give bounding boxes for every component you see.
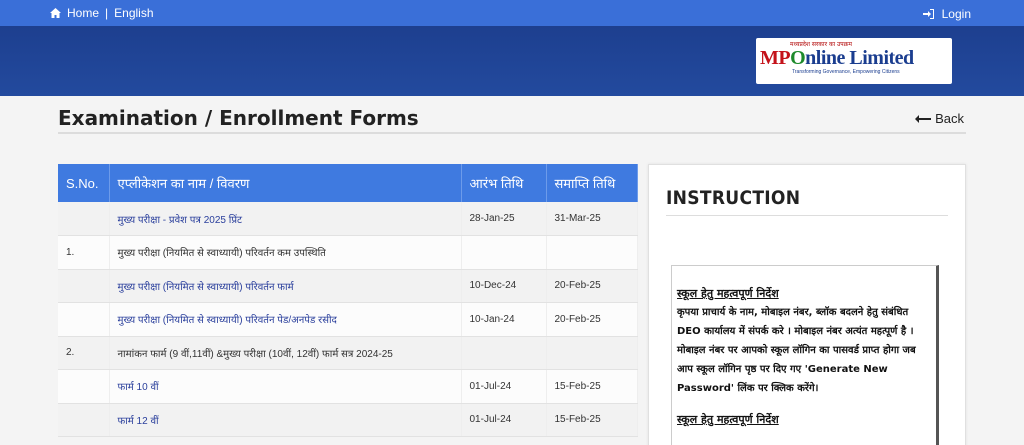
mponline-logo[interactable]: मध्यप्रदेश सरकार का उपक्रम MPOnline Limi… [756, 38, 952, 84]
cell-start-date [461, 235, 547, 270]
forms-table-wrapper: S.No. एप्लीकेशन का नाम / विवरण आरंभ तिथि… [58, 164, 638, 437]
instruction-text: कृपया प्राचार्य के नाम, मोबाइल नंबर, ब्ल… [677, 307, 916, 394]
cell-start-date: 10-Jan-24 [461, 302, 547, 337]
home-link[interactable]: Home [67, 6, 99, 20]
login-icon [922, 9, 934, 19]
table-row: 1. मुख्य परीक्षा (नियमित से स्वाध्यायी) प… [58, 235, 638, 270]
application-group-label: मुख्य परीक्षा (नियमित से स्वाध्यायी) परि… [117, 248, 326, 260]
arrow-left-icon [915, 114, 932, 123]
cell-sno: 1. [58, 235, 110, 270]
application-link[interactable]: फार्म 10 वीं [118, 382, 159, 393]
cell-application-name: मुख्य परीक्षा (नियमित से स्वाध्यायी) परि… [109, 269, 462, 303]
cell-end-date: 15-Feb-25 [546, 403, 638, 437]
login-link[interactable]: Login [942, 7, 971, 21]
application-group-label: नामांकन फार्म (9 वीं,11वीं) &मुख्य परीक्… [117, 348, 393, 360]
cell-start-date: 01-Jul-24 [461, 369, 547, 404]
main-content: Examination / Enrollment Forms Back S.No… [58, 96, 966, 445]
logo-brand: MPOnline Limited [760, 47, 914, 70]
nav-separator: | [105, 6, 109, 20]
cell-sno [58, 302, 110, 337]
login-nav[interactable]: Login [922, 7, 971, 21]
table-body: मुख्य परीक्षा - प्रवेश पत्र 2025 प्रिंट 2… [58, 202, 638, 437]
cell-application-name: नामांकन फार्म (9 वीं,11वीं) &मुख्य परीक्… [109, 336, 462, 370]
cell-application-name: मुख्य परीक्षा (नियमित से स्वाध्यायी) परि… [109, 235, 462, 270]
title-divider [58, 132, 966, 134]
instruction-scroll-box[interactable]: स्कूल हेतु महत्वपूर्ण निर्देश कृपया प्रा… [671, 265, 939, 445]
application-link[interactable]: मुख्य परीक्षा - प्रवेश पत्र 2025 प्रिंट [118, 215, 243, 226]
cell-sno [58, 202, 110, 236]
logo-brand-o: O [790, 47, 806, 69]
cell-start-date [461, 336, 547, 370]
cell-application-name: फार्म 12 वीं [109, 403, 462, 437]
logo-brand-rest: nline Limited [805, 47, 914, 69]
cell-end-date: 15-Feb-25 [546, 369, 638, 404]
application-link[interactable]: फार्म 12 वीं [118, 416, 159, 427]
cell-end-date: 20-Feb-25 [546, 302, 638, 337]
cell-sno [58, 403, 110, 437]
instruction-divider [666, 215, 948, 216]
table-row: मुख्य परीक्षा (नियमित से स्वाध्यायी) परि… [58, 302, 638, 337]
cell-start-date: 01-Jul-24 [461, 403, 547, 437]
instruction-heading-2: स्कूल हेतु महत्वपूर्ण निर्देश [677, 413, 779, 426]
logo-tagline-bottom: Transforming Governance, Empowering Citi… [792, 69, 900, 75]
cell-end-date: 20-Feb-25 [546, 269, 638, 303]
page-title: Examination / Enrollment Forms [58, 106, 419, 130]
application-link[interactable]: मुख्य परीक्षा (नियमित से स्वाध्यायी) परि… [118, 315, 337, 326]
back-link[interactable]: Back [915, 111, 964, 126]
home-icon [50, 8, 61, 18]
cell-sno [58, 269, 110, 303]
cell-sno: 2. [58, 336, 110, 370]
header-banner: मध्यप्रदेश सरकार का उपक्रम MPOnline Limi… [0, 26, 1024, 96]
cell-application-name: मुख्य परीक्षा - प्रवेश पत्र 2025 प्रिंट [109, 202, 462, 236]
top-bar: Home | English Login [0, 0, 1024, 26]
cell-end-date [546, 336, 638, 370]
instruction-title: INSTRUCTION [666, 187, 801, 209]
table-row: फार्म 10 वीं 01-Jul-24 15-Feb-25 [58, 369, 638, 404]
instruction-panel: INSTRUCTION स्कूल हेतु महत्वपूर्ण निर्दे… [648, 164, 966, 445]
application-link[interactable]: मुख्य परीक्षा (नियमित से स्वाध्यायी) परि… [118, 282, 294, 293]
header-end-date: समाप्ति तिथि [546, 164, 638, 202]
logo-brand-mp: MP [760, 47, 791, 69]
cell-start-date: 10-Dec-24 [461, 269, 547, 303]
home-nav: Home | English [50, 6, 154, 20]
table-row: 2. नामांकन फार्म (9 वीं,11वीं) &मुख्य परी… [58, 336, 638, 370]
header-sno: S.No. [58, 164, 110, 202]
cell-end-date: 31-Mar-25 [546, 202, 638, 236]
table-row: मुख्य परीक्षा - प्रवेश पत्र 2025 प्रिंट 2… [58, 202, 638, 236]
cell-start-date: 28-Jan-25 [461, 202, 547, 236]
cell-sno [58, 369, 110, 404]
forms-table: S.No. एप्लीकेशन का नाम / विवरण आरंभ तिथि… [58, 164, 638, 437]
cell-end-date [546, 235, 638, 270]
table-row: फार्म 12 वीं 01-Jul-24 15-Feb-25 [58, 403, 638, 437]
instruction-heading: स्कूल हेतु महत्वपूर्ण निर्देश [677, 287, 779, 300]
cell-application-name: फार्म 10 वीं [109, 369, 462, 404]
table-header-row: S.No. एप्लीकेशन का नाम / विवरण आरंभ तिथि… [58, 164, 638, 202]
header-start-date: आरंभ तिथि [461, 164, 547, 202]
cell-application-name: मुख्य परीक्षा (नियमित से स्वाध्यायी) परि… [109, 302, 462, 337]
language-link[interactable]: English [114, 6, 153, 20]
back-label: Back [935, 111, 964, 126]
header-application-name: एप्लीकेशन का नाम / विवरण [109, 164, 462, 202]
table-row: मुख्य परीक्षा (नियमित से स्वाध्यायी) परि… [58, 269, 638, 303]
